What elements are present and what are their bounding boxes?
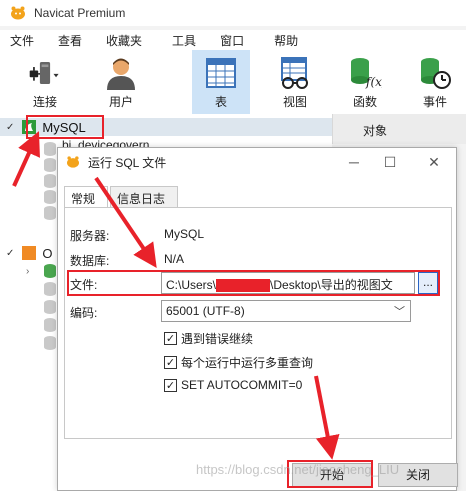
arrow-to-start [314, 375, 340, 460]
arrow-to-mysql [12, 131, 40, 187]
annotation-arrows [12, 131, 340, 460]
arrow-to-file [94, 176, 157, 268]
watermark-text: https://blog.csdn.net/jiaocheng_LIU [196, 462, 400, 477]
navicat-window: Navicat Premium 文件 查看 收藏夹 工具 窗口 帮助 连接 用户… [0, 0, 466, 491]
